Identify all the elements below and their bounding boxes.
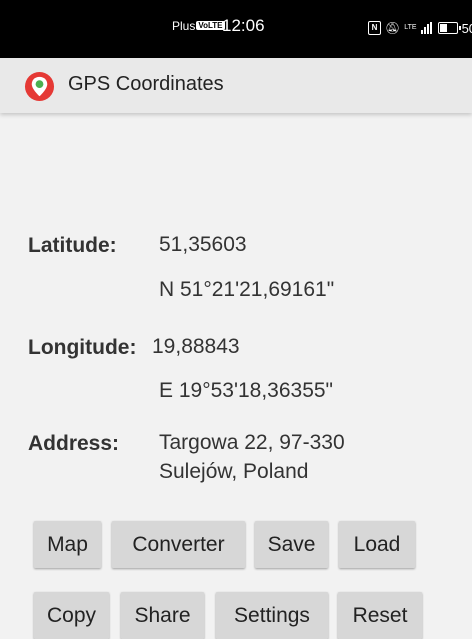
copy-button[interactable]: Copy	[34, 592, 109, 639]
app-bar: GPS Coordinates	[0, 58, 472, 113]
mute-icon: 🔕︎	[385, 21, 401, 35]
latitude-dms-value[interactable]: N 51°21'21,69161"	[159, 275, 334, 304]
status-icons: N 🔕︎ LTE 50%	[368, 19, 472, 37]
battery-icon	[437, 22, 461, 34]
longitude-decimal-value[interactable]: 19,88843	[152, 332, 240, 361]
longitude-label: Longitude:	[28, 336, 137, 359]
load-button[interactable]: Load	[339, 521, 415, 568]
volte-badge: VoLTE	[196, 21, 225, 30]
reset-button[interactable]: Reset	[338, 592, 422, 639]
status-time: 12:06	[222, 16, 265, 35]
latitude-decimal-value[interactable]: 51,35603	[159, 230, 247, 259]
battery-fill	[439, 24, 447, 32]
latitude-label: Latitude:	[28, 234, 117, 257]
longitude-dms-value[interactable]: E 19°53'18,36355"	[159, 376, 333, 405]
address-line-1[interactable]: Targowa 22, 97-330	[159, 428, 345, 457]
map-button[interactable]: Map	[34, 521, 101, 568]
carrier-label: Plus VoLTE	[172, 19, 225, 33]
battery-percent: 50%	[461, 20, 472, 36]
converter-button[interactable]: Converter	[112, 521, 245, 568]
status-bar: PlusVoLTE 12:06 N 🔕︎ LTE 50%	[0, 0, 472, 58]
carrier-name: Plus	[172, 19, 196, 33]
network-type: LTE	[404, 24, 417, 31]
settings-button[interactable]: Settings	[216, 592, 328, 639]
save-button[interactable]: Save	[255, 521, 328, 568]
address-label: Address:	[28, 432, 120, 455]
map-pin-icon	[24, 71, 55, 102]
share-button[interactable]: Share	[121, 592, 204, 639]
nfc-icon: N	[368, 21, 381, 35]
app-title: GPS Coordinates	[68, 73, 224, 95]
signal-icon	[420, 22, 432, 34]
address-line-2[interactable]: Sulejów, Poland	[159, 457, 308, 486]
